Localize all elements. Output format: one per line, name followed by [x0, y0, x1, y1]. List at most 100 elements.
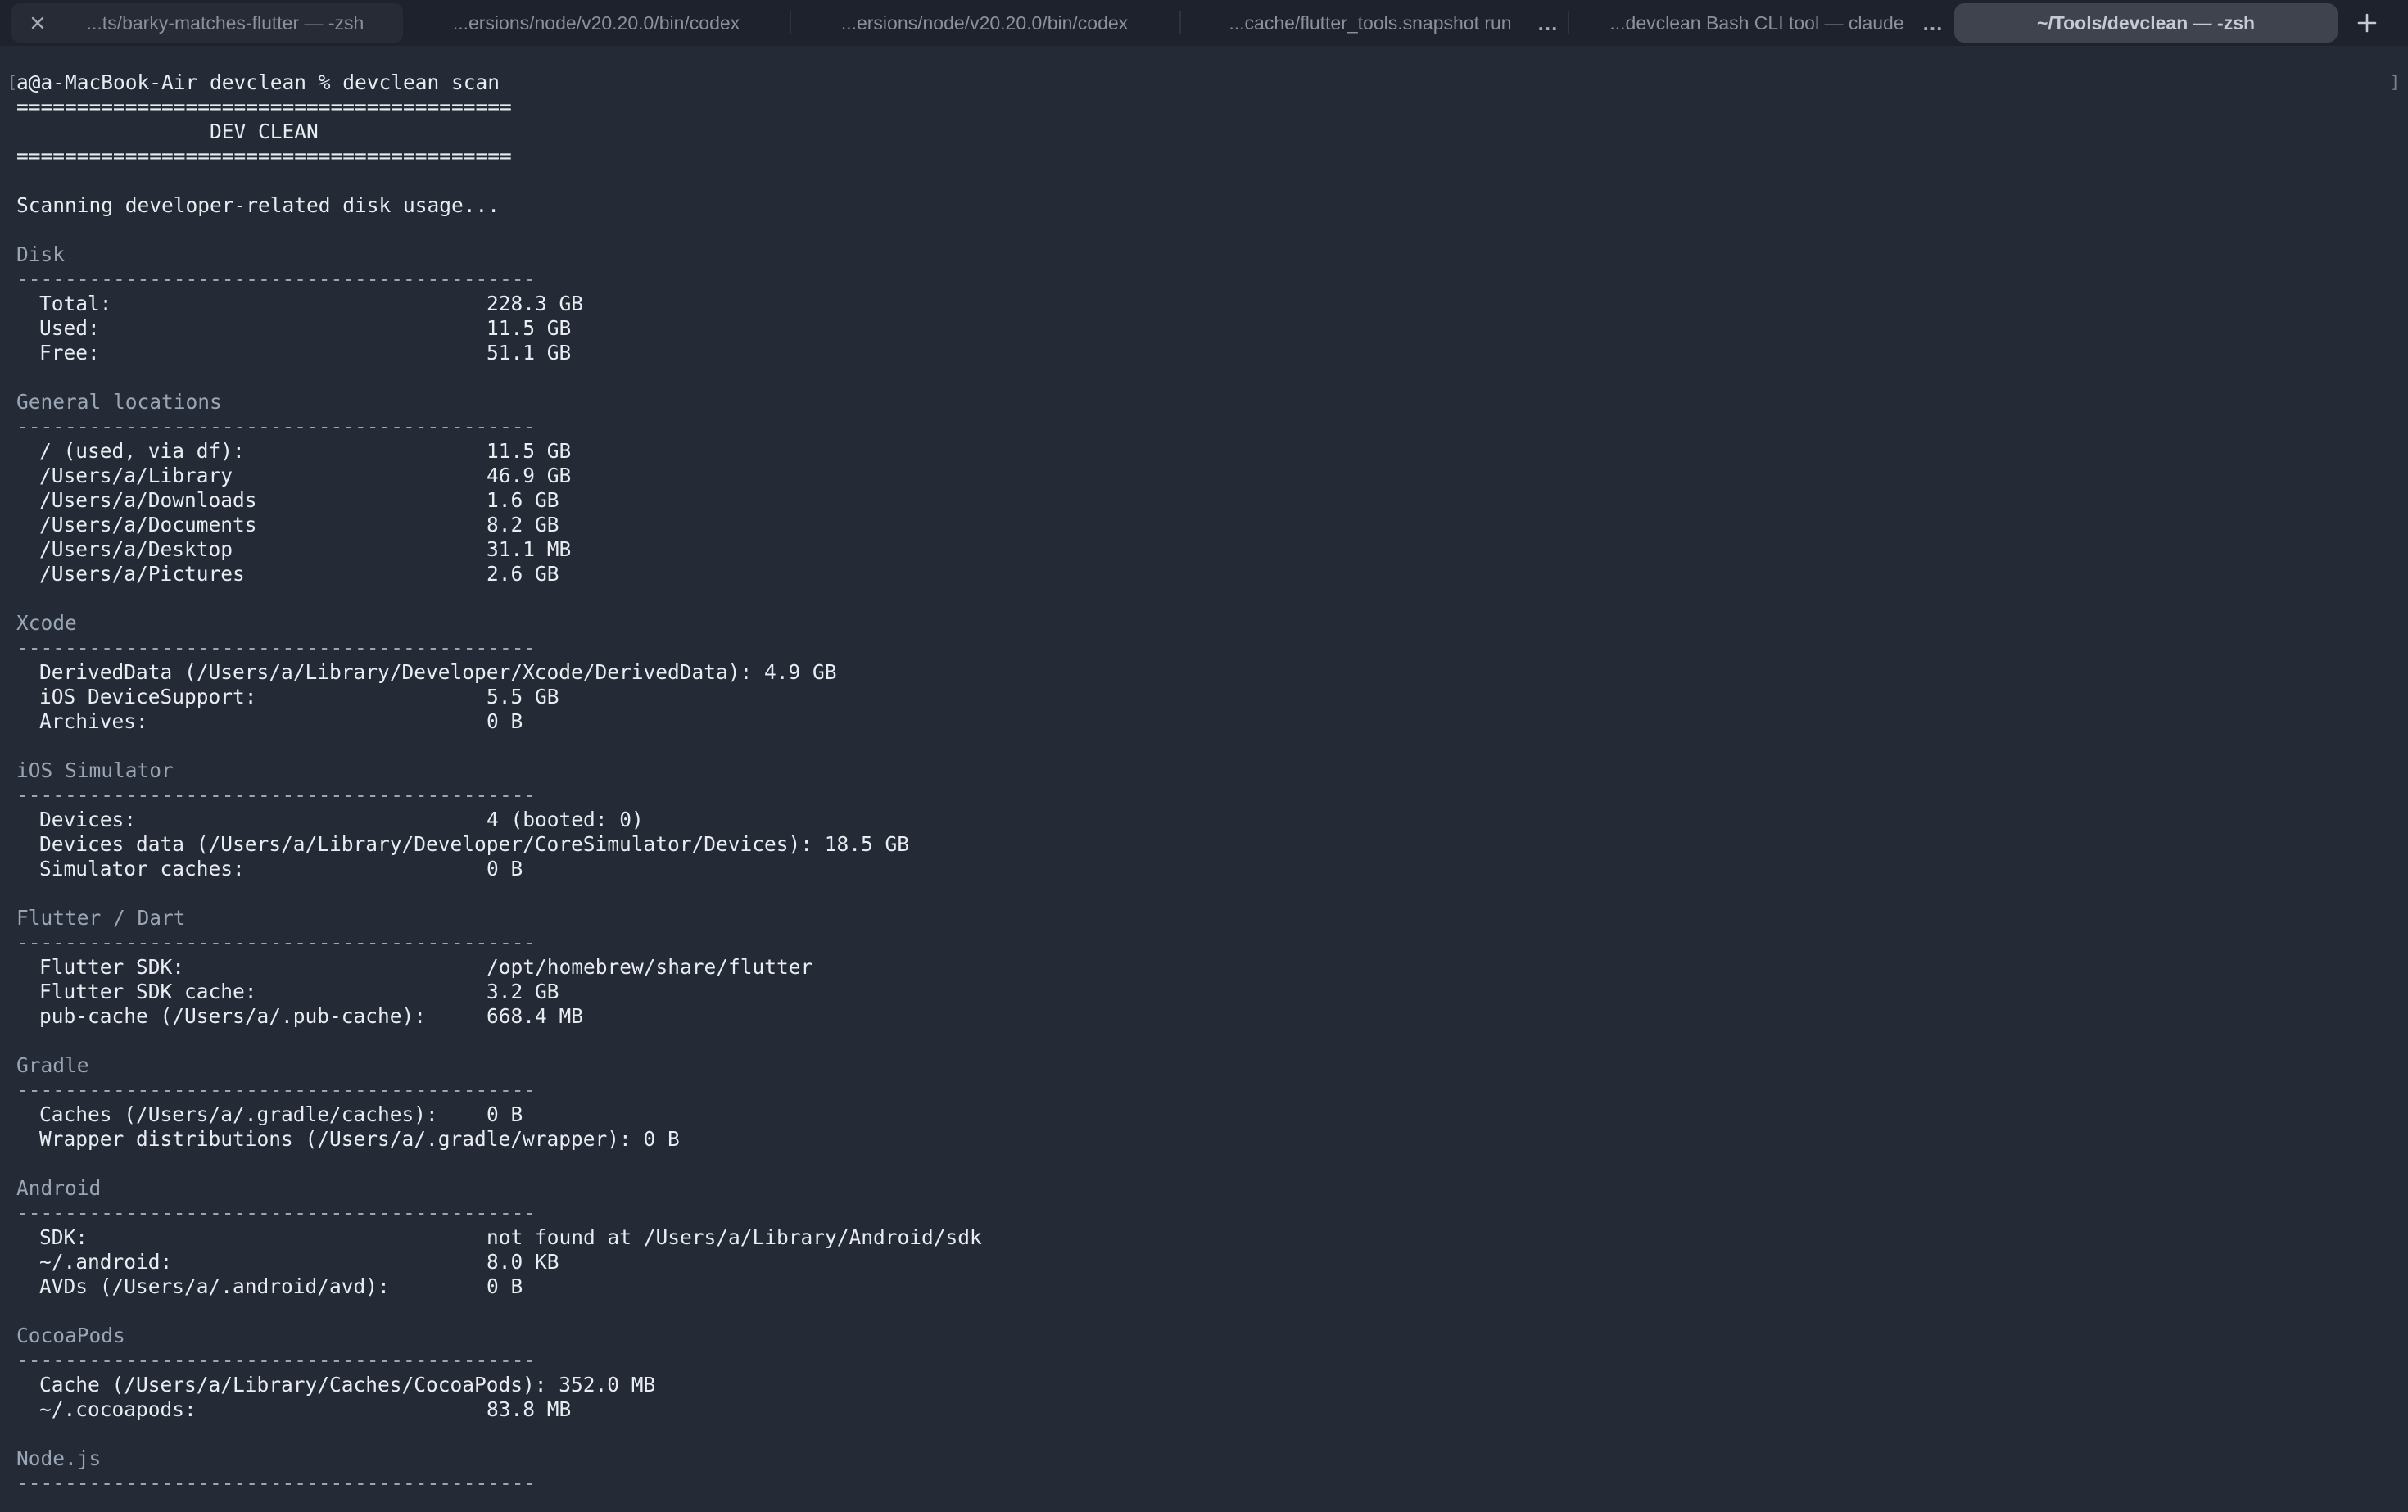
row-value: /opt/homebrew/share/flutter [487, 955, 813, 979]
scan-row: /Users/a/Documents 8.2 GB [16, 513, 982, 537]
scan-row: ~/.cocoapods: 83.8 MB [16, 1397, 982, 1422]
scan-row: Cache (/Users/a/Library/Caches/CocoaPods… [39, 1373, 656, 1397]
row-value: 668.4 MB [487, 1004, 584, 1028]
scan-row: Total: 228.3 GB [16, 292, 982, 316]
scan-row: /Users/a/Downloads 1.6 GB [16, 488, 982, 513]
tab-label: ...cache/flutter_tools.snapshot run [1229, 11, 1512, 34]
row-label: Used: [39, 316, 100, 340]
section-header: General locations [16, 390, 222, 414]
tab-label: ~/Tools/devclean — -zsh [2036, 11, 2256, 34]
section-rule: ----------------------------------------… [16, 783, 536, 807]
row-value: 1.6 GB [487, 488, 559, 512]
section-rule: ----------------------------------------… [16, 267, 536, 291]
terminal-output[interactable]: a@a-MacBook-Air devclean % devclean scan… [16, 70, 982, 1496]
tab-divider [1568, 11, 1569, 34]
row-label: Free: [39, 341, 100, 364]
row-label: Caches (/Users/a/.gradle/caches): [39, 1102, 438, 1126]
row-value: 0 B [487, 857, 523, 880]
row-value: 228.3 GB [487, 292, 584, 315]
row-value: not found at /Users/a/Library/Android/sd… [487, 1225, 982, 1249]
scan-row: ~/.android: 8.0 KB [16, 1250, 982, 1274]
row-label: iOS DeviceSupport: [39, 685, 257, 708]
tab-divider [1179, 11, 1181, 34]
section-header: Disk [16, 242, 66, 266]
tab-codex-2[interactable]: ...ersions/node/v20.20.0/bin/codex [798, 3, 1171, 43]
tab-codex-1[interactable]: ...ersions/node/v20.20.0/bin/codex [410, 3, 783, 43]
scan-row: DerivedData (/Users/a/Library/Developer/… [39, 660, 837, 684]
close-icon[interactable] [26, 11, 49, 34]
tab-bar: ...ts/barky-matches-flutter — -zsh ...er… [0, 0, 2408, 46]
tab-label: ...ersions/node/v20.20.0/bin/codex [840, 11, 1129, 34]
tab-label: ...devclean Bash CLI tool — claude [1609, 11, 1904, 34]
section-rule: ----------------------------------------… [16, 1348, 536, 1372]
scan-row: /Users/a/Pictures 2.6 GB [16, 562, 982, 586]
row-label: ~/.android: [39, 1250, 173, 1274]
row-value: 2.6 GB [487, 562, 559, 586]
tab-devclean-claude[interactable]: ...devclean Bash CLI tool — claude [1577, 3, 1936, 43]
row-label: Total: [39, 292, 112, 315]
scan-row: iOS DeviceSupport: 5.5 GB [16, 685, 982, 709]
section-rule: ----------------------------------------… [16, 1201, 536, 1225]
row-value: 3.2 GB [487, 980, 559, 1003]
row-value: 11.5 GB [487, 439, 572, 463]
section-rule: ----------------------------------------… [16, 1078, 536, 1102]
row-value: 46.9 GB [487, 464, 572, 487]
section-header: iOS Simulator [16, 758, 174, 782]
scan-row: Caches (/Users/a/.gradle/caches): 0 B [16, 1102, 982, 1127]
banner-rule: ========================================… [16, 144, 512, 168]
row-value: 8.2 GB [487, 513, 559, 536]
section-header: Android [16, 1176, 102, 1200]
row-value: 31.1 MB [487, 537, 572, 561]
row-label: Devices: [39, 808, 137, 831]
scan-row: Simulator caches: 0 B [16, 857, 982, 881]
row-label: /Users/a/Library [39, 464, 233, 487]
banner-title: DEV CLEAN [16, 120, 319, 143]
section-rule: ----------------------------------------… [16, 1471, 536, 1495]
row-label: pub-cache (/Users/a/.pub-cache): [39, 1004, 427, 1028]
tab-divider [790, 11, 791, 34]
scan-row: Archives: 0 B [16, 709, 982, 734]
tab-barky-matches-flutter[interactable]: ...ts/barky-matches-flutter — -zsh [11, 3, 403, 43]
banner-rule: ========================================… [16, 95, 512, 119]
scan-row: Flutter SDK cache: 3.2 GB [16, 980, 982, 1004]
row-label: /Users/a/Pictures [39, 562, 245, 586]
row-value: 51.1 GB [487, 341, 572, 364]
row-label: /Users/a/Desktop [39, 537, 233, 561]
row-value: 0 B [487, 1274, 523, 1298]
row-value: 0 B [487, 709, 523, 733]
tab-overflow-icon[interactable]: ... [1918, 8, 1948, 38]
scan-row: /Users/a/Library 46.9 GB [16, 464, 982, 488]
tab-label: ...ts/barky-matches-flutter — -zsh [86, 11, 364, 34]
scan-row: Devices data (/Users/a/Library/Developer… [39, 832, 910, 856]
new-tab-button[interactable] [2351, 7, 2383, 39]
row-value: 5.5 GB [487, 685, 559, 708]
tab-devclean-zsh[interactable]: ~/Tools/devclean — -zsh [1954, 3, 2338, 43]
row-value: 83.8 MB [487, 1397, 572, 1421]
tab-flutter-tools[interactable]: ...cache/flutter_tools.snapshot run [1189, 3, 1551, 43]
row-label: SDK: [39, 1225, 88, 1249]
command-prompt: a@a-MacBook-Air devclean % devclean scan [16, 70, 500, 94]
row-label: ~/.cocoapods: [39, 1397, 197, 1421]
tab-overflow-icon[interactable]: ... [1533, 8, 1563, 38]
scan-row: Used: 11.5 GB [16, 316, 982, 341]
scrollback-mark-right: ] [2390, 72, 2401, 92]
row-label: AVDs (/Users/a/.android/avd): [39, 1274, 390, 1298]
row-label: Flutter SDK: [39, 955, 185, 979]
section-rule: ----------------------------------------… [16, 414, 536, 438]
row-label: Archives: [39, 709, 148, 733]
row-label: Simulator caches: [39, 857, 245, 880]
section-header: CocoaPods [16, 1324, 125, 1347]
terminal-window: ...ts/barky-matches-flutter — -zsh ...er… [0, 0, 2408, 1512]
scan-row: AVDs (/Users/a/.android/avd): 0 B [16, 1274, 982, 1299]
row-value: 11.5 GB [487, 316, 572, 340]
section-header: Gradle [16, 1053, 89, 1077]
scan-row: Devices: 4 (booted: 0) [16, 808, 982, 832]
section-rule: ----------------------------------------… [16, 636, 536, 659]
row-value: 4 (booted: 0) [487, 808, 644, 831]
row-label: /Users/a/Downloads [39, 488, 257, 512]
